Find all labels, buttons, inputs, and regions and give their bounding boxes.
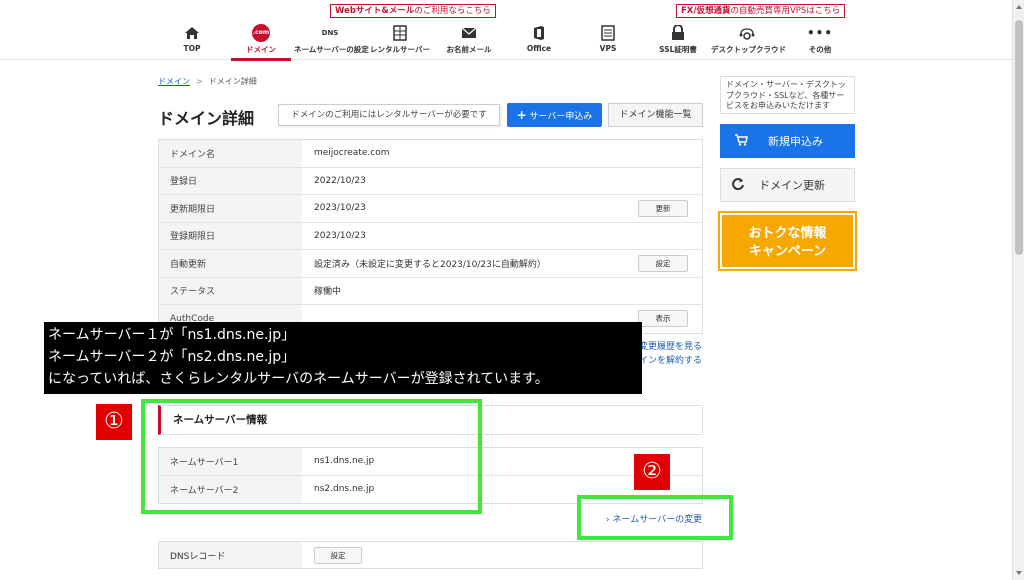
breadcrumb: ドメイン > ドメイン詳細 bbox=[158, 77, 257, 86]
highlight-nameserver-change bbox=[577, 495, 733, 540]
lock-icon bbox=[642, 24, 714, 42]
page-title: ドメイン詳細 bbox=[158, 109, 255, 128]
step-badge-1: ① bbox=[96, 404, 132, 440]
more-icon: ••• bbox=[806, 26, 833, 40]
top-navigation: Webサイト&メールのご利用ならこちら FX/仮想通貨の自動売買専用VPSはこち… bbox=[0, 0, 1012, 61]
cloud-desktop-icon bbox=[711, 24, 783, 42]
nav-nameserver[interactable]: DNS ネームサーバーの設定 bbox=[294, 24, 369, 58]
server-apply-button[interactable]: + サーバー申込み bbox=[507, 103, 602, 127]
office-icon bbox=[503, 24, 575, 42]
nav-onamae-mail[interactable]: お名前メール bbox=[433, 24, 505, 58]
renew-button[interactable]: 更新 bbox=[638, 199, 688, 217]
nav-office[interactable]: Office bbox=[503, 24, 575, 58]
nav-other[interactable]: ••• その他 bbox=[784, 24, 856, 58]
vps-icon bbox=[572, 24, 644, 42]
new-order-button[interactable]: 新規申込み bbox=[720, 124, 855, 158]
refresh-icon bbox=[731, 177, 745, 194]
nav-ssl[interactable]: SSL証明書 bbox=[642, 24, 714, 58]
nav-desktop-cloud[interactable]: デスクトップクラウド bbox=[711, 24, 786, 58]
com-domain-icon: .com bbox=[225, 24, 297, 42]
server-icon bbox=[364, 24, 436, 42]
annotation-caption: ネームサーバー１が「ns1.dns.ne.jp」 ネームサーバー２が「ns2.d… bbox=[44, 322, 642, 394]
nav-domain[interactable]: .com ドメイン bbox=[225, 24, 297, 61]
detail-row-registered: 登録日 2022/10/23 bbox=[159, 167, 702, 195]
detail-row-status: ステータス 稼働中 bbox=[159, 277, 702, 305]
vertical-scrollbar[interactable] bbox=[1012, 0, 1024, 580]
scroll-up-arrow-icon[interactable] bbox=[1016, 5, 1022, 9]
nav-top[interactable]: TOP bbox=[156, 24, 228, 58]
fx-vps-promo-link[interactable]: FX/仮想通貨の自動売買専用VPSはこちら bbox=[676, 4, 846, 18]
home-icon bbox=[156, 24, 228, 42]
dns-record-row: DNSレコード 設定 bbox=[158, 541, 703, 569]
cart-icon bbox=[734, 133, 748, 149]
server-required-notice: ドメインのご利用にはレンタルサーバーが必要です bbox=[278, 104, 500, 126]
scrollbar-thumb[interactable] bbox=[1015, 20, 1023, 255]
detail-row-domain-name: ドメイン名 meijocreate.com bbox=[159, 140, 702, 168]
scroll-down-arrow-icon[interactable] bbox=[1016, 571, 1022, 575]
campaign-banner[interactable]: おトクな情報 キャンペーン bbox=[718, 211, 857, 271]
detail-row-auto-renew: 自動更新 設定済み（未設定に変更すると2023/10/23に自動解約） 設定 bbox=[159, 250, 702, 278]
domain-renew-button[interactable]: ドメイン更新 bbox=[720, 168, 855, 202]
domain-feature-list-button[interactable]: ドメイン機能一覧 bbox=[608, 103, 703, 127]
dns-record-setting-button[interactable]: 設定 bbox=[314, 546, 362, 564]
highlight-nameserver-info bbox=[141, 399, 482, 514]
step-badge-2: ② bbox=[634, 454, 670, 490]
authcode-show-button[interactable]: 表示 bbox=[638, 310, 688, 328]
detail-row-renewal-deadline: 更新期限日 2023/10/23 更新 bbox=[159, 195, 702, 223]
breadcrumb-domain-link[interactable]: ドメイン bbox=[158, 77, 190, 86]
web-mail-promo-link[interactable]: Webサイト&メールのご利用ならこちら bbox=[330, 4, 496, 18]
dns-icon: DNS bbox=[321, 29, 339, 37]
sidebar-description: ドメイン・サーバー・デスクトップクラウド・SSLなど、各種サービスをお申込みいた… bbox=[720, 76, 855, 114]
mail-icon bbox=[433, 24, 505, 42]
nav-vps[interactable]: VPS bbox=[572, 24, 644, 58]
domain-detail-table: ドメイン名 meijocreate.com 登録日 2022/10/23 更新期… bbox=[158, 139, 703, 334]
auto-renew-setting-button[interactable]: 設定 bbox=[638, 254, 688, 272]
detail-row-registration-deadline: 登録期限日 2023/10/23 bbox=[159, 222, 702, 250]
plus-icon: + bbox=[516, 108, 527, 122]
nav-rental-server[interactable]: レンタルサーバー bbox=[364, 24, 436, 58]
breadcrumb-current: ドメイン詳細 bbox=[208, 77, 257, 86]
